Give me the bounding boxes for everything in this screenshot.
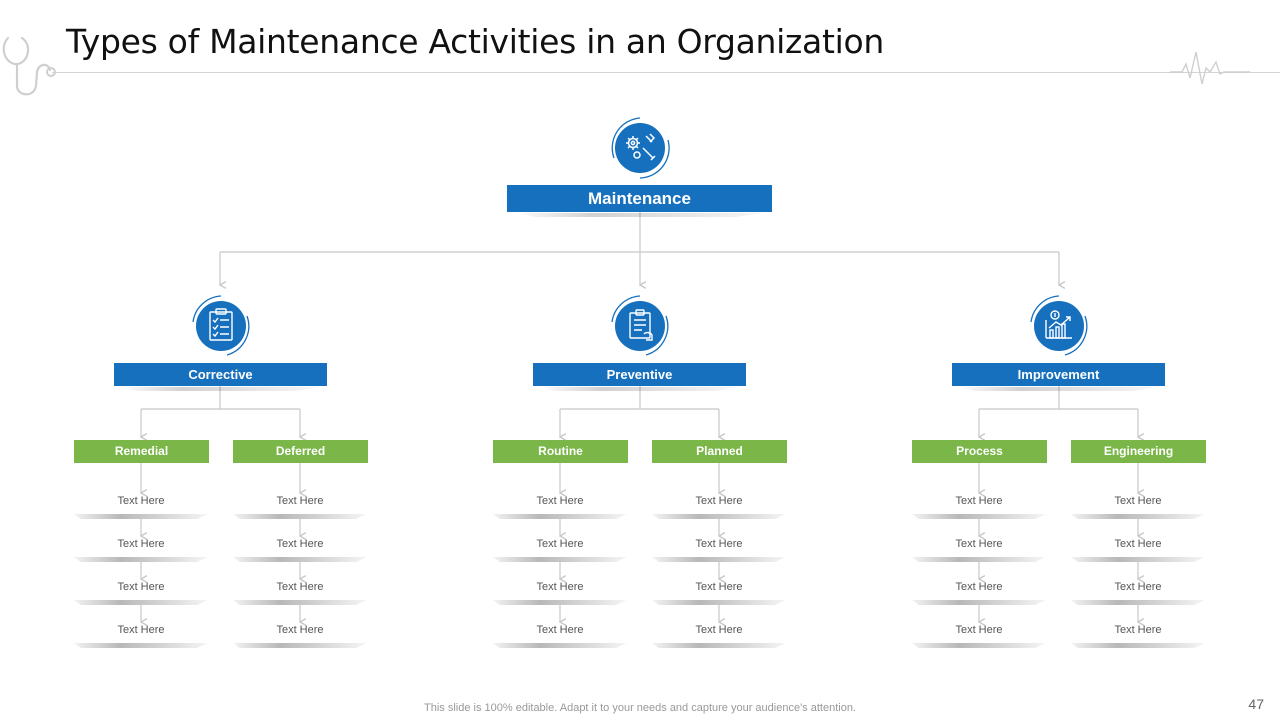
list-item: Text Here: [536, 581, 584, 593]
corrective-icon-circle: [187, 292, 255, 360]
clipboard-checklist-icon: [192, 295, 250, 356]
clipboard-document-hand-icon: [611, 295, 669, 356]
item-underline: [1071, 557, 1205, 562]
subtype-engineering: Engineering: [1071, 440, 1206, 463]
list-item: Text Here: [695, 538, 743, 550]
list-item: Text Here: [117, 581, 165, 593]
item-underline: [1071, 643, 1205, 648]
list-item: Text Here: [695, 624, 743, 636]
list-item: Text Here: [276, 624, 324, 636]
list-item: Text Here: [695, 495, 743, 507]
subtype-process: Process: [912, 440, 1047, 463]
subtype-deferred: Deferred: [233, 440, 368, 463]
list-item: Text Here: [536, 624, 584, 636]
item-underline: [652, 643, 786, 648]
item-underline: [1071, 600, 1205, 605]
category-label: Improvement: [1017, 367, 1100, 382]
item-underline: [912, 557, 1046, 562]
list-item: Text Here: [276, 581, 324, 593]
root-node-maintenance: Maintenance: [507, 185, 772, 212]
item-underline: [912, 600, 1046, 605]
list-item: Text Here: [1114, 624, 1162, 636]
list-item: Text Here: [276, 538, 324, 550]
item-underline: [652, 557, 786, 562]
item-underline: [912, 514, 1046, 519]
growth-chart-icon: [1030, 295, 1088, 356]
subtype-remedial: Remedial: [74, 440, 209, 463]
footer-note: This slide is 100% editable. Adapt it to…: [424, 702, 856, 714]
root-node-label: Maintenance: [588, 189, 691, 208]
item-underline: [652, 514, 786, 519]
gears-wrench-icon: [611, 117, 670, 179]
subtype-label: Routine: [538, 444, 583, 458]
root-node-shadow: [520, 213, 765, 217]
item-underline: [493, 643, 627, 648]
subtype-routine: Routine: [493, 440, 628, 463]
list-item: Text Here: [955, 495, 1003, 507]
subtype-label: Planned: [696, 444, 743, 458]
category-label: Preventive: [606, 367, 673, 382]
page-number: 47: [1248, 696, 1264, 712]
item-underline: [912, 643, 1046, 648]
subtype-label: Remedial: [114, 444, 169, 458]
list-item: Text Here: [1114, 495, 1162, 507]
list-item: Text Here: [536, 538, 584, 550]
list-item: Text Here: [955, 581, 1003, 593]
item-underline: [233, 600, 367, 605]
category-preventive: Preventive: [533, 363, 746, 386]
subtype-planned: Planned: [652, 440, 787, 463]
preventive-icon-circle: [606, 292, 674, 360]
list-item: Text Here: [117, 624, 165, 636]
list-item: Text Here: [955, 624, 1003, 636]
item-underline: [493, 557, 627, 562]
subtype-label: Process: [956, 444, 1003, 458]
item-underline: [1071, 514, 1205, 519]
category-corrective: Corrective: [114, 363, 327, 386]
item-underline: [493, 600, 627, 605]
category-shadow: [962, 387, 1157, 391]
item-underline: [74, 600, 208, 605]
subtype-label: Engineering: [1103, 444, 1174, 458]
list-item: Text Here: [536, 495, 584, 507]
item-underline: [233, 557, 367, 562]
connector-lines: [0, 212, 1280, 720]
category-improvement: Improvement: [952, 363, 1165, 386]
list-item: Text Here: [276, 495, 324, 507]
item-underline: [74, 514, 208, 519]
item-underline: [493, 514, 627, 519]
item-underline: [652, 600, 786, 605]
list-item: Text Here: [117, 538, 165, 550]
list-item: Text Here: [695, 581, 743, 593]
list-item: Text Here: [117, 495, 165, 507]
category-shadow: [543, 387, 738, 391]
item-underline: [74, 643, 208, 648]
subtype-label: Deferred: [275, 444, 326, 458]
list-item: Text Here: [955, 538, 1003, 550]
item-underline: [233, 514, 367, 519]
list-item: Text Here: [1114, 538, 1162, 550]
maintenance-icon-circle: [606, 114, 674, 182]
item-underline: [233, 643, 367, 648]
list-item: Text Here: [1114, 581, 1162, 593]
item-underline: [74, 557, 208, 562]
category-label: Corrective: [188, 367, 253, 382]
category-shadow: [124, 387, 319, 391]
improvement-icon-circle: [1025, 292, 1093, 360]
